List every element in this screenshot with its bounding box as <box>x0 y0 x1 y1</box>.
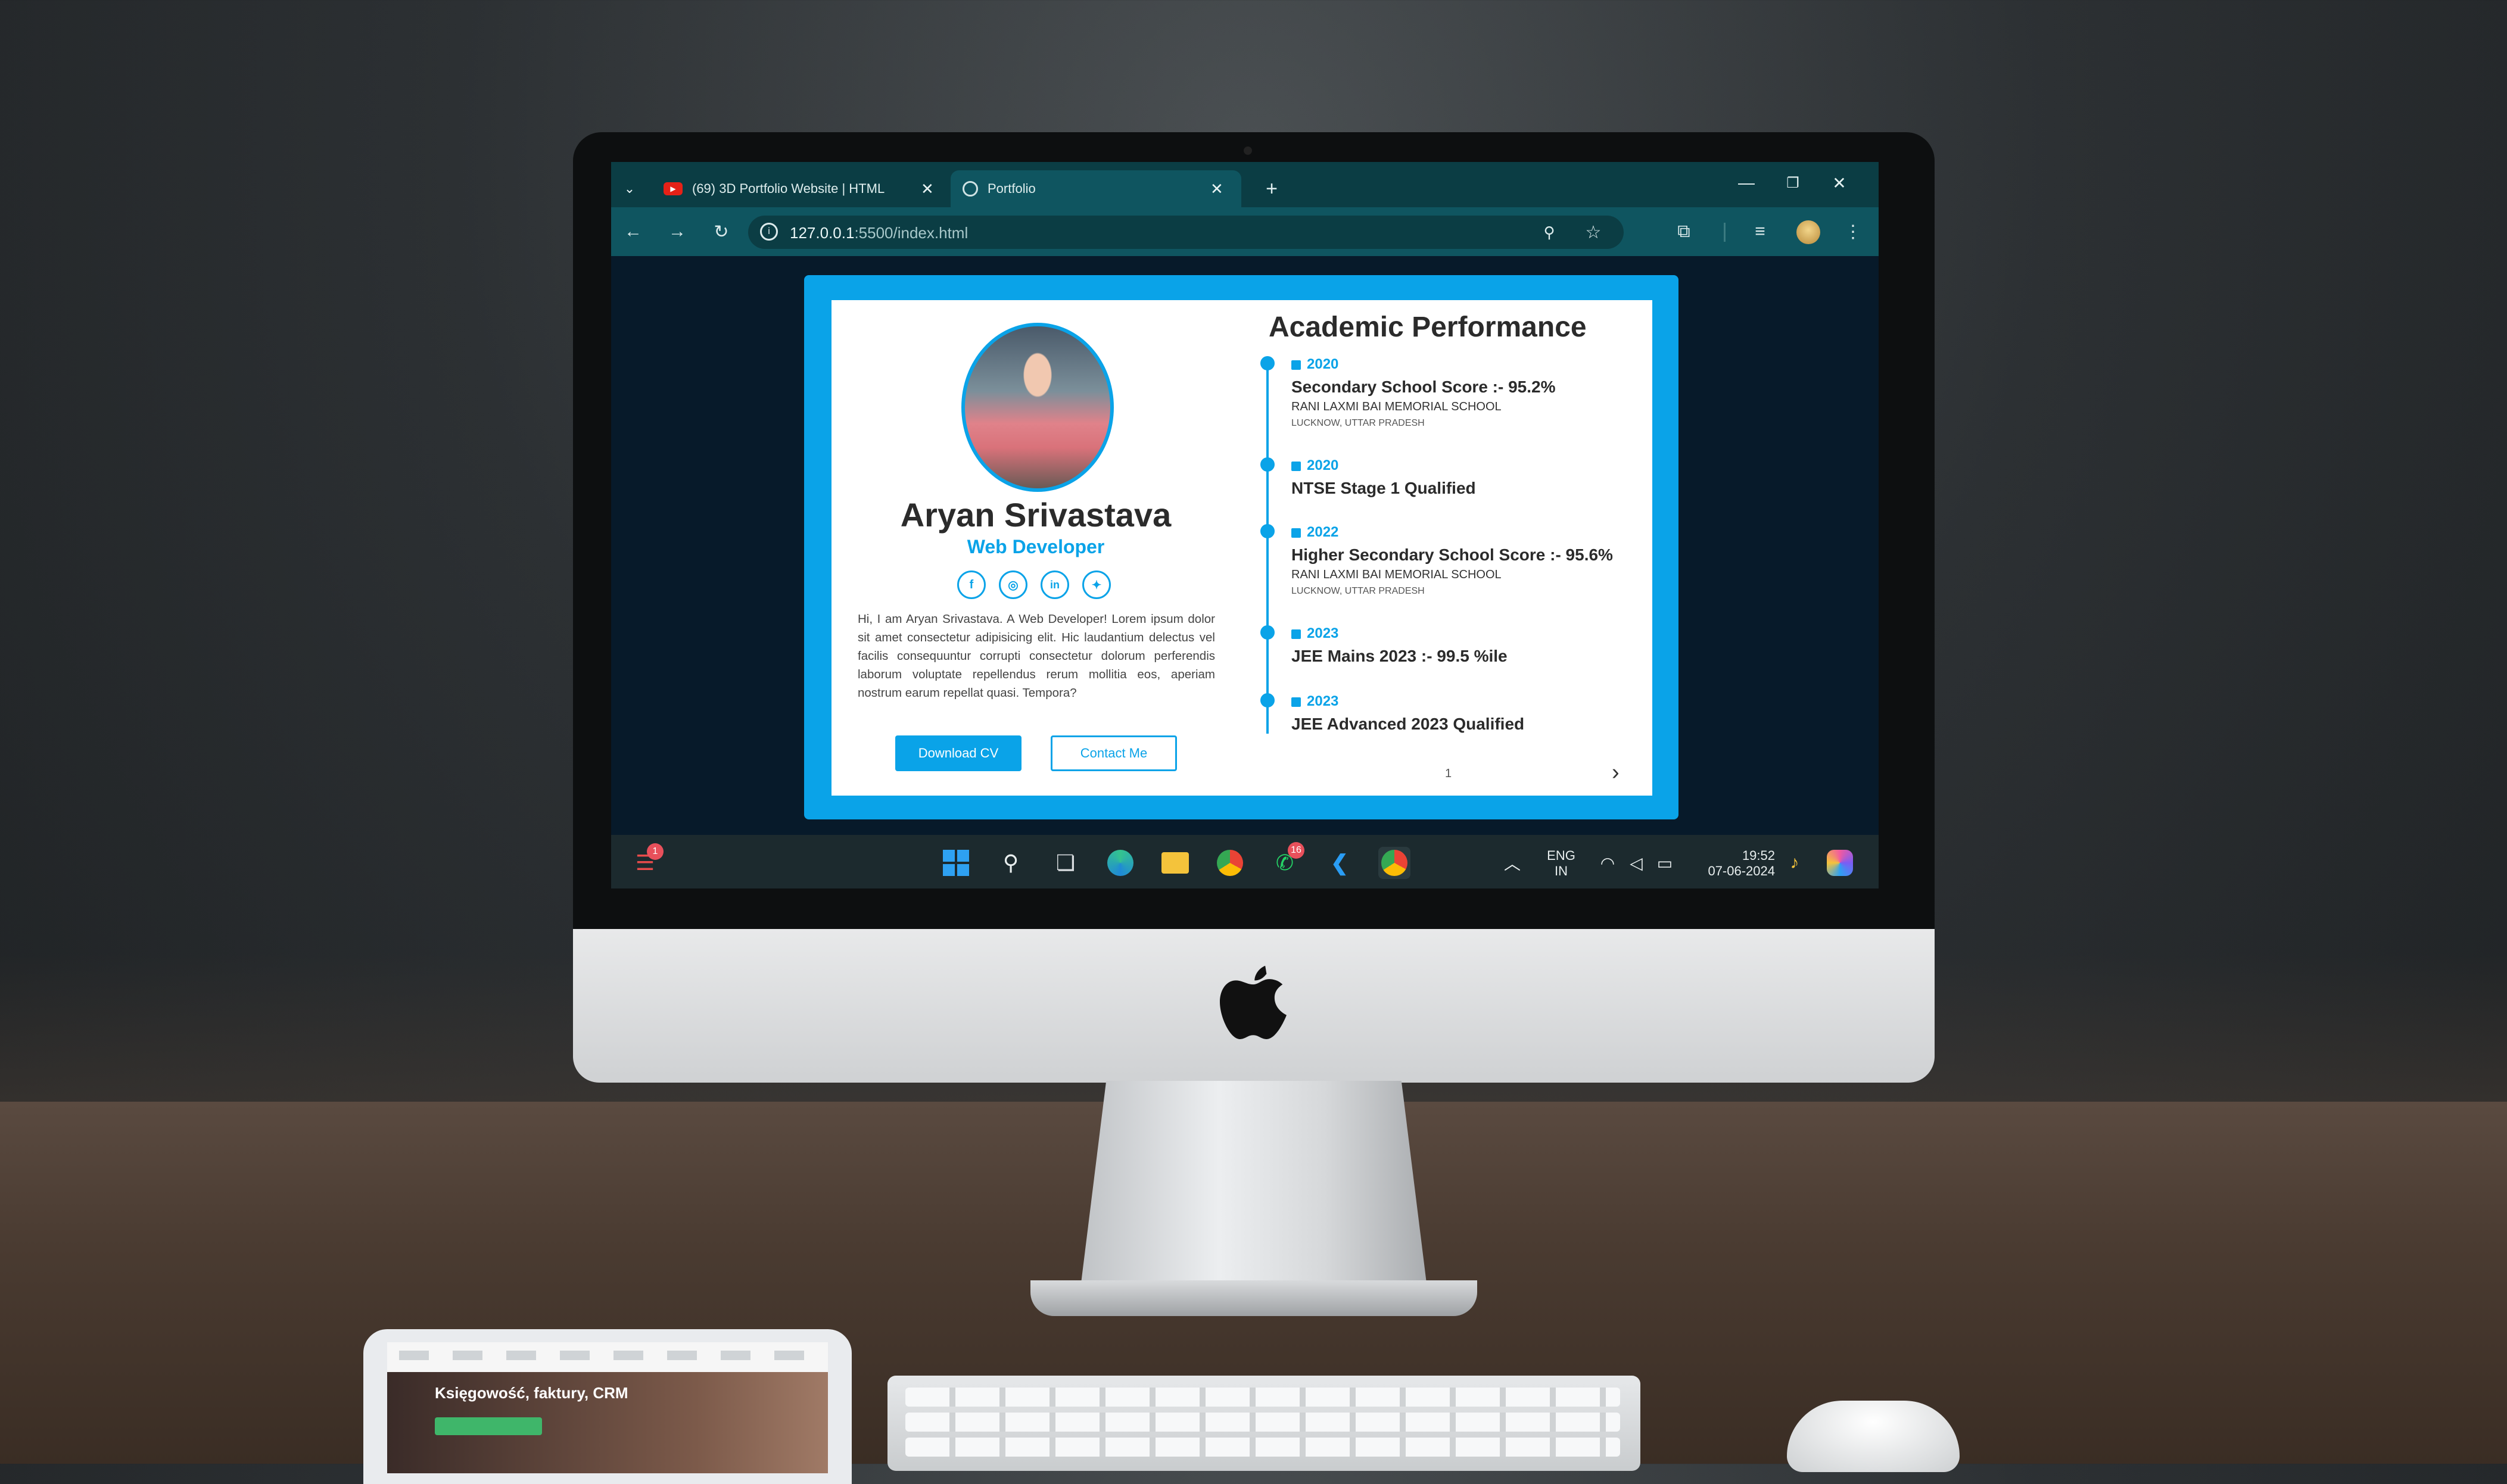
facebook-icon[interactable]: f <box>957 570 986 599</box>
restore-button[interactable]: ❐ <box>1775 168 1811 198</box>
mouse <box>1787 1401 1960 1472</box>
back-icon[interactable]: ← <box>618 217 648 247</box>
globe-icon <box>963 181 978 197</box>
profile-photo <box>961 323 1114 492</box>
timeline-year: 2020 <box>1291 457 1338 474</box>
bookmark-star-icon[interactable]: ☆ <box>1578 217 1608 247</box>
timeline-location: LUCKNOW, UTTAR PRADESH <box>1291 586 1425 596</box>
profile-avatar-icon[interactable] <box>1796 220 1820 244</box>
battery-icon[interactable]: ▭ <box>1649 847 1681 879</box>
new-tab-button[interactable]: + <box>1257 170 1287 207</box>
close-window-button[interactable]: ✕ <box>1821 168 1857 198</box>
forward-icon[interactable]: → <box>662 217 692 247</box>
timeline-dot <box>1260 356 1275 370</box>
calendar-icon <box>1291 629 1301 639</box>
calendar-icon <box>1291 697 1301 707</box>
address-bar[interactable]: i 127.0.0.1:5500/index.html ⚲ ☆ <box>748 216 1624 249</box>
keyboard-row <box>905 1413 1620 1432</box>
apple-logo-icon <box>1220 965 1287 1039</box>
minimize-button[interactable]: — <box>1729 168 1764 198</box>
profile-role: Web Developer <box>967 536 1105 557</box>
url-text: 127.0.0.1:5500/index.html <box>790 224 968 242</box>
timeline-dot <box>1260 625 1275 640</box>
language-indicator[interactable]: ENG IN <box>1540 848 1582 879</box>
timeline-dot <box>1260 524 1275 538</box>
site-info-icon[interactable]: i <box>760 223 778 241</box>
close-tab-icon[interactable]: ✕ <box>921 180 934 198</box>
tablet-headline: Księgowość, faktury, CRM <box>435 1384 628 1402</box>
profile-name: Aryan Srivastava <box>900 496 1172 534</box>
reload-icon[interactable]: ↻ <box>706 217 736 247</box>
timeline-heading: JEE Advanced 2023 Qualified <box>1291 715 1525 733</box>
profile-bio: Hi, I am Aryan Srivastava. A Web Develop… <box>858 612 1215 700</box>
file-explorer-icon[interactable] <box>1159 847 1191 879</box>
timeline-heading: JEE Mains 2023 :- 99.5 %ile <box>1291 647 1508 665</box>
monitor-stand-base <box>1030 1280 1477 1316</box>
monitor-stand <box>1078 1081 1430 1307</box>
reading-list-icon[interactable]: ≡ <box>1745 217 1775 247</box>
timeline-heading: Secondary School Score :- 95.2% <box>1291 378 1556 396</box>
timeline-year: 2023 <box>1291 625 1338 642</box>
timeline-year: 2023 <box>1291 693 1338 710</box>
vscode-icon[interactable]: ❮ <box>1323 847 1356 879</box>
whatsapp-badge: 16 <box>1288 842 1304 859</box>
tab-list-button[interactable]: ⌄ <box>615 170 644 207</box>
timeline-year: 2022 <box>1291 524 1338 541</box>
clock[interactable]: 19:52 07-06-2024 <box>1692 848 1775 879</box>
keyboard-row <box>905 1388 1620 1407</box>
toolbar-divider <box>1724 223 1726 242</box>
start-icon[interactable] <box>940 847 972 879</box>
timeline-school: RANI LAXMI BAI MEMORIAL SCHOOL <box>1291 400 1502 413</box>
keyboard-row <box>905 1438 1620 1457</box>
chrome-profile-icon[interactable] <box>1378 847 1410 879</box>
chevron-up-icon[interactable]: ︿ <box>1496 847 1528 879</box>
calendar-icon <box>1291 360 1301 370</box>
next-page-button[interactable]: › <box>1612 760 1620 785</box>
download-cv-button[interactable]: Download CV <box>895 735 1022 771</box>
linkedin-icon[interactable]: in <box>1041 570 1069 599</box>
youtube-icon: ▶ <box>664 182 683 195</box>
zoom-icon[interactable]: ⚲ <box>1534 217 1564 247</box>
timeline-school: RANI LAXMI BAI MEMORIAL SCHOOL <box>1291 568 1502 581</box>
widgets-badge: 1 <box>647 843 664 860</box>
tablet-nav <box>399 1351 816 1360</box>
timeline-dot <box>1260 457 1275 472</box>
screen: ⌄ ▶ (69) 3D Portfolio Website | HTML ✕ P… <box>611 162 1879 888</box>
twitter-icon[interactable]: ✦ <box>1082 570 1111 599</box>
chrome-icon[interactable] <box>1214 847 1246 879</box>
academic-title: Academic Performance <box>1269 311 1587 343</box>
contact-me-button[interactable]: Contact Me <box>1051 735 1177 771</box>
tablet-screen: Księgowość, faktury, CRM <box>387 1342 828 1473</box>
tab-youtube[interactable]: ▶ (69) 3D Portfolio Website | HTML ✕ <box>659 170 957 207</box>
close-tab-icon[interactable]: ✕ <box>1210 180 1223 198</box>
tab-title: Portfolio <box>988 181 1036 196</box>
extensions-icon[interactable]: ⧉ <box>1669 217 1699 247</box>
timeline-dot <box>1260 693 1275 707</box>
calendar-icon <box>1291 528 1301 538</box>
tab-title: (69) 3D Portfolio Website | HTML <box>692 181 885 196</box>
calendar-icon <box>1291 462 1301 471</box>
copilot-icon[interactable] <box>1824 847 1856 879</box>
timeline-heading: NTSE Stage 1 Qualified <box>1291 479 1476 497</box>
instagram-icon[interactable]: ◎ <box>999 570 1027 599</box>
notification-bell-icon[interactable]: ♪ <box>1779 847 1811 879</box>
tab-portfolio[interactable]: Portfolio ✕ <box>951 170 1241 207</box>
task-view-icon[interactable]: ❏ <box>1049 847 1082 879</box>
timeline-location: LUCKNOW, UTTAR PRADESH <box>1291 418 1425 428</box>
timeline-line <box>1266 358 1269 734</box>
volume-muted-icon[interactable]: ◁ <box>1620 847 1652 879</box>
camera <box>1244 146 1252 155</box>
timeline-heading: Higher Secondary School Score :- 95.6% <box>1291 545 1613 564</box>
wifi-icon[interactable]: ◠ <box>1592 847 1624 879</box>
timeline-year: 2020 <box>1291 356 1338 373</box>
tablet-cta-button <box>435 1417 542 1435</box>
menu-icon[interactable]: ⋮ <box>1838 217 1868 247</box>
page-number: 1 <box>1445 767 1452 780</box>
edge-icon[interactable] <box>1104 847 1136 879</box>
search-icon[interactable]: ⚲ <box>995 847 1027 879</box>
